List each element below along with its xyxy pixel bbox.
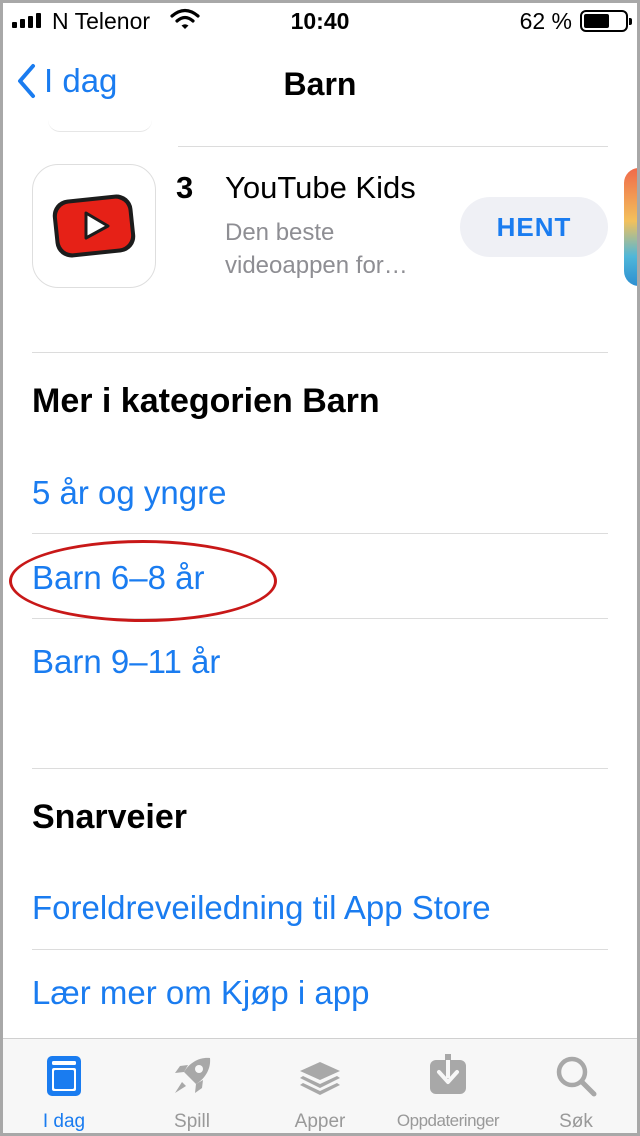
battery-icon [580,10,632,32]
get-button[interactable]: HENT [460,197,608,257]
status-bar: N Telenor 10:40 62 % [0,0,640,42]
app-rank: 3 [176,170,194,205]
tab-search[interactable]: Søk [512,1039,640,1136]
today-icon [47,1056,81,1096]
tab-label: I dag [42,1111,86,1132]
shortcut-link-in-app-purchases[interactable]: Lær mer om Kjøp i app [32,974,369,1012]
navigation-bar: I dag Barn [0,42,640,130]
section-title-shortcuts: Snarveier [32,798,187,836]
divider [178,146,608,147]
tab-label: Apper [294,1111,346,1132]
divider [32,949,608,950]
tab-apps[interactable]: Apper [256,1039,384,1136]
divider [32,533,608,534]
app-name[interactable]: YouTube Kids [225,170,416,206]
search-icon [556,1056,597,1097]
app-subtitle: Den beste videoappen for… [225,219,408,279]
divider [32,768,608,769]
divider [32,618,608,619]
tab-bar: I dag Spill Apper Oppdateringer Søk [0,1038,640,1136]
tab-updates[interactable]: Oppdateringer [384,1039,512,1136]
next-app-icon-peek[interactable] [624,168,640,286]
tab-today[interactable]: I dag [0,1039,128,1136]
category-link-5-and-under[interactable]: 5 år og yngre [32,474,226,512]
page-title: Barn [283,66,357,102]
category-link-9-11[interactable]: Barn 9–11 år [32,643,220,681]
app-icon[interactable] [32,164,156,288]
section-title-category: Mer i kategorien Barn [32,382,380,420]
tab-label: Spill [174,1111,210,1132]
layers-icon [300,1062,340,1095]
youtube-kids-icon [52,194,136,258]
rocket-icon [175,1057,211,1093]
download-icon [430,1054,466,1094]
previous-app-icon-edge [48,120,152,132]
battery-percent: 62 % [519,8,572,34]
category-link-6-8[interactable]: Barn 6–8 år [32,559,204,597]
tab-label: Søk [559,1111,593,1132]
tab-label: Oppdateringer [396,1111,500,1130]
tab-games[interactable]: Spill [128,1039,256,1136]
divider [32,352,608,353]
shortcut-link-parental-guide[interactable]: Foreldreveiledning til App Store [32,889,491,927]
